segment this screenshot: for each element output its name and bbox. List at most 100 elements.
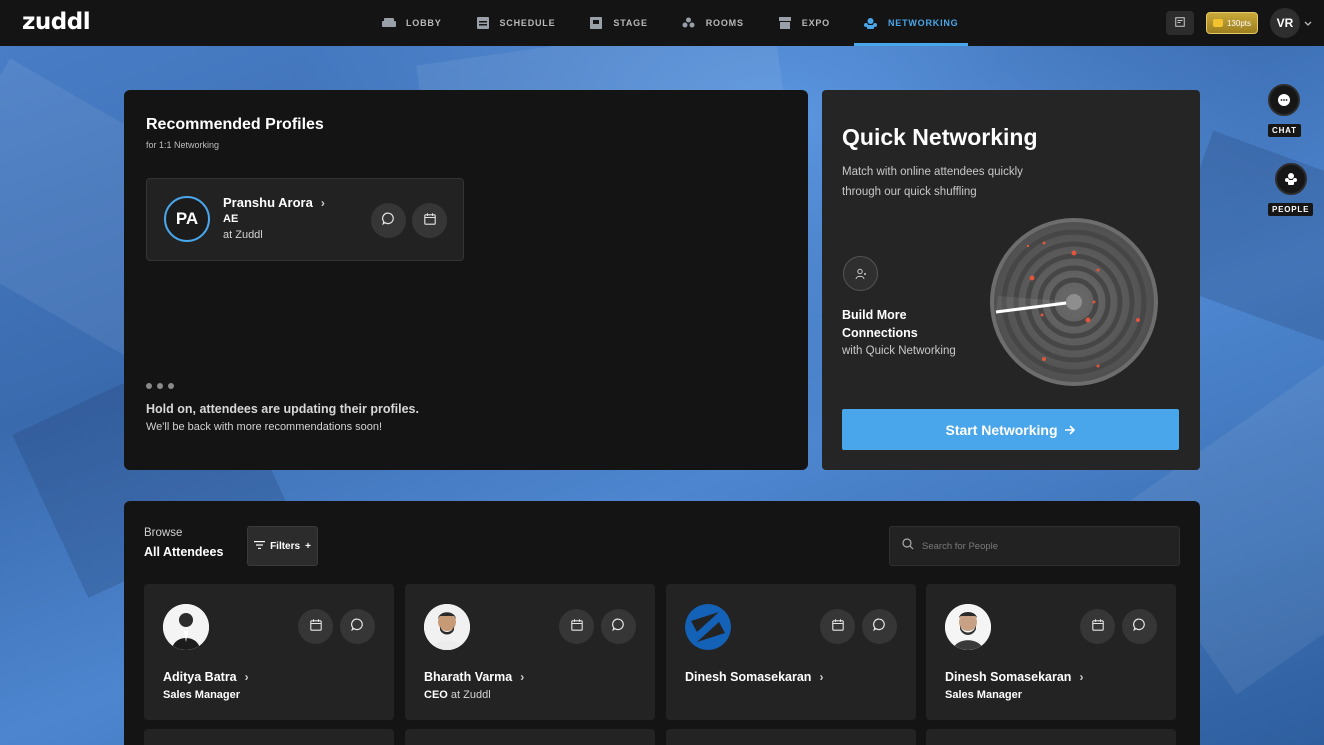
nav-tabs: LOBBY SCHEDULE STAGE ROOMS EXPO NETWORKI…	[372, 0, 982, 46]
start-networking-label: Start Networking	[945, 421, 1058, 438]
recommended-profile-card[interactable]: PA Pranshu Arora › AE at Zuddl	[146, 178, 464, 261]
recommended-profiles-panel: Recommended Profiles for 1:1 Networking …	[124, 90, 808, 470]
chevron-down-icon	[1304, 14, 1312, 32]
attendee-role: Sales Manager	[163, 689, 240, 701]
tab-label: LOBBY	[406, 18, 442, 28]
chat-icon	[1268, 84, 1301, 116]
chevron-right-icon: ›	[1079, 670, 1084, 684]
calendar-icon	[309, 618, 322, 636]
expo-icon	[778, 17, 792, 29]
attendee-card[interactable]	[666, 729, 916, 745]
tab-lobby[interactable]: LOBBY	[372, 0, 452, 46]
chat-bubble-icon	[612, 618, 625, 636]
browse-attendees-panel: Browse All Attendees Filters + Aditya Ba…	[124, 501, 1200, 745]
attendee-card[interactable]: Dinesh Somasekaran ›	[666, 584, 916, 720]
profile-company: at Zuddl	[223, 229, 263, 241]
points-badge[interactable]: 130pts	[1205, 12, 1258, 34]
attendee-name-text: Dinesh Somasekaran	[945, 670, 1072, 684]
attendee-card[interactable]: Dinesh Somasekaran › Sales Manager	[926, 584, 1176, 720]
chat-label: CHAT	[1268, 124, 1301, 137]
attendee-role: Sales Manager	[945, 689, 1022, 701]
attendee-name[interactable]: Aditya Batra ›	[163, 670, 249, 684]
attendee-card[interactable]: Bharath Varma › CEO at Zuddl	[405, 584, 655, 720]
chevron-right-icon: ›	[320, 196, 325, 210]
start-networking-button[interactable]: Start Networking	[842, 409, 1179, 450]
profile-name-text: Pranshu Arora	[223, 195, 313, 210]
avatar	[424, 604, 470, 650]
tab-label: EXPO	[801, 18, 830, 28]
schedule-meeting-button[interactable]	[559, 609, 594, 644]
stage-icon	[589, 17, 603, 29]
attendee-card[interactable]	[144, 729, 394, 745]
hold-on-subtitle: We'll be back with more recommendations …	[146, 421, 383, 433]
chat-button[interactable]	[1122, 609, 1157, 644]
calendar-icon	[570, 618, 583, 636]
avatar: PA	[164, 196, 210, 242]
recommended-title: Recommended Profiles	[146, 116, 324, 133]
filters-button[interactable]: Filters +	[247, 526, 318, 566]
attendee-name[interactable]: Dinesh Somasekaran ›	[685, 670, 823, 684]
chat-button[interactable]	[371, 203, 406, 238]
quick-networking-description: Match with online attendees quickly thro…	[842, 166, 1023, 198]
profile-role: AE	[223, 213, 239, 225]
chat-bubble-icon	[873, 618, 886, 636]
people-sidebar-button[interactable]: PEOPLE	[1268, 163, 1314, 216]
tab-stage[interactable]: STAGE	[579, 0, 657, 46]
quick-networking-panel: Quick Networking Match with online atten…	[822, 90, 1200, 470]
schedule-icon	[476, 17, 490, 29]
attendee-role: CEO at Zuddl	[424, 689, 491, 701]
rooms-icon	[682, 17, 696, 29]
tab-expo[interactable]: EXPO	[768, 0, 840, 46]
attendee-card[interactable]: Aditya Batra › Sales Manager	[144, 584, 394, 720]
avatar	[163, 604, 209, 650]
people-label: PEOPLE	[1268, 203, 1314, 216]
chat-bubble-icon	[382, 212, 395, 230]
people-icon	[1274, 163, 1307, 195]
attendee-company: at Zuddl	[447, 689, 491, 701]
attendee-card[interactable]	[926, 729, 1176, 745]
browse-label: Browse	[144, 527, 183, 539]
chat-bubble-icon	[351, 618, 364, 636]
zuddl-logo[interactable]: zuddl	[22, 9, 91, 35]
search-icon	[902, 537, 914, 555]
tab-rooms[interactable]: ROOMS	[672, 0, 754, 46]
tab-schedule[interactable]: SCHEDULE	[466, 0, 566, 46]
schedule-meeting-button[interactable]	[412, 203, 447, 238]
profile-name[interactable]: Pranshu Arora ›	[223, 195, 325, 210]
messages-button[interactable]	[1165, 11, 1194, 35]
calendar-icon	[423, 212, 436, 230]
build-connections-title: Build More Connections	[842, 308, 918, 340]
tab-label: ROOMS	[705, 18, 744, 28]
loading-dots	[146, 383, 174, 389]
attendee-card[interactable]	[405, 729, 655, 745]
coin-icon	[1212, 19, 1223, 27]
chat-button[interactable]	[340, 609, 375, 644]
chat-sidebar-button[interactable]: CHAT	[1268, 84, 1301, 137]
message-icon	[1175, 14, 1185, 32]
build-connections-subtitle: with Quick Networking	[842, 345, 956, 357]
hold-on-title: Hold on, attendees are updating their pr…	[146, 402, 419, 416]
schedule-meeting-button[interactable]	[820, 609, 855, 644]
filter-icon	[254, 540, 266, 552]
plus-icon: +	[305, 540, 311, 552]
calendar-icon	[831, 618, 844, 636]
top-nav: zuddl LOBBY SCHEDULE STAGE ROOMS EXPO NE…	[0, 0, 1324, 46]
search-box[interactable]	[889, 526, 1180, 566]
quick-networking-title: Quick Networking	[842, 124, 1038, 150]
chat-button[interactable]	[862, 609, 897, 644]
chevron-right-icon: ›	[244, 670, 249, 684]
radar-illustration	[990, 218, 1158, 386]
user-avatar: VR	[1270, 8, 1300, 38]
search-input[interactable]	[922, 540, 1162, 552]
sofa-icon	[382, 17, 396, 29]
attendee-name[interactable]: Dinesh Somasekaran ›	[945, 670, 1083, 684]
user-menu[interactable]: VR	[1270, 8, 1312, 38]
schedule-meeting-button[interactable]	[298, 609, 333, 644]
chat-button[interactable]	[601, 609, 636, 644]
schedule-meeting-button[interactable]	[1080, 609, 1115, 644]
tab-label: SCHEDULE	[499, 18, 556, 28]
arrow-right-icon	[1064, 422, 1076, 438]
tab-networking[interactable]: NETWORKING	[853, 0, 969, 46]
attendee-name-text: Aditya Batra	[163, 670, 237, 684]
attendee-name[interactable]: Bharath Varma ›	[424, 670, 524, 684]
